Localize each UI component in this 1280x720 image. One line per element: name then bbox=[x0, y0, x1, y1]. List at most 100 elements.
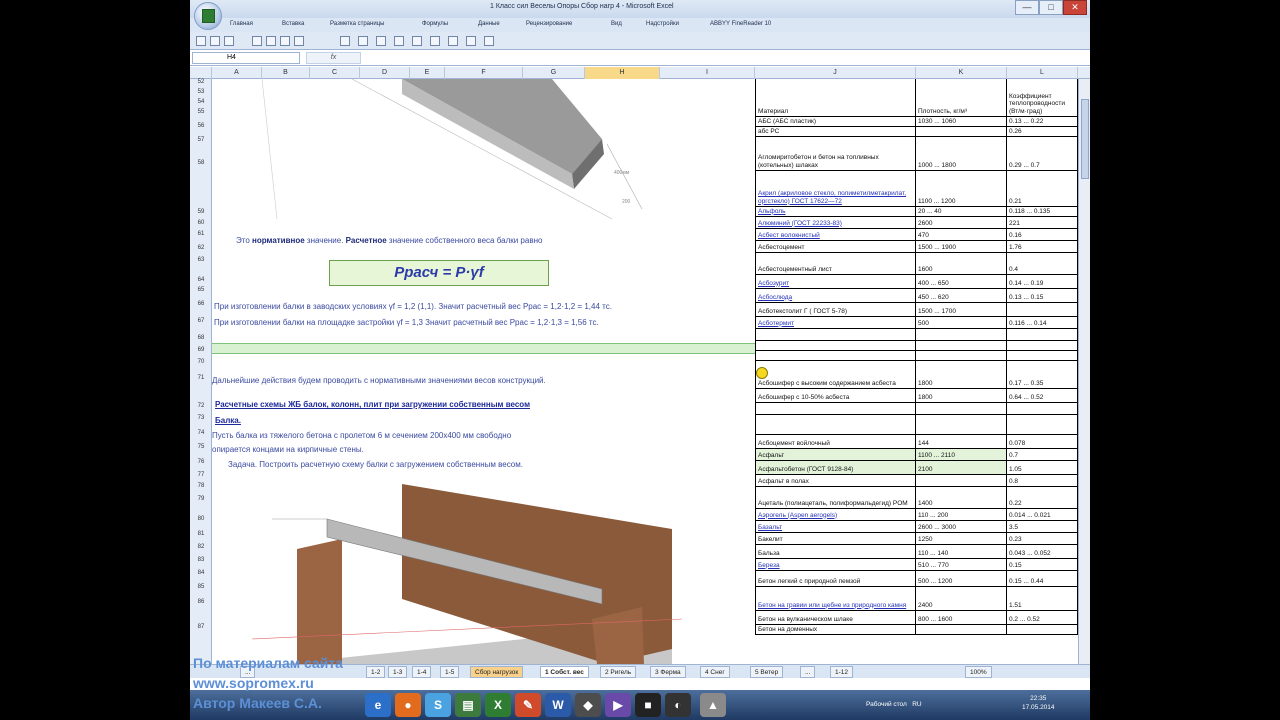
tab-view[interactable]: Вид bbox=[611, 21, 622, 27]
firefox-icon[interactable]: ● bbox=[395, 693, 421, 717]
row-header[interactable]: 58 bbox=[190, 160, 212, 166]
table-row[interactable]: абс PC 0.26 bbox=[755, 127, 1078, 137]
table-cell-name[interactable]: Акрил (акриловое стекло, полиметилметакр… bbox=[755, 171, 916, 206]
table-row[interactable]: АБС (АБС пластик) 1030 ... 1060 0.13 ... 0… bbox=[755, 117, 1078, 127]
column-header[interactable]: E bbox=[410, 67, 445, 79]
close-button[interactable]: ✕ bbox=[1063, 0, 1087, 15]
row-header[interactable]: 67 bbox=[190, 318, 212, 324]
sheet-tab[interactable]: 5 Ветер bbox=[750, 666, 784, 678]
table-row[interactable]: Альфоль 20 ... 40 0.118 ... 0.135 bbox=[755, 207, 1078, 217]
table-row[interactable]: Аэрогель (Aspen aerogels) 110 ... 200 0.01… bbox=[755, 509, 1078, 521]
tab-insert[interactable]: Вставка bbox=[282, 21, 304, 27]
clock[interactable]: 22:35 17.05.2014 bbox=[1022, 694, 1055, 712]
align-icon[interactable] bbox=[358, 36, 368, 46]
table-row[interactable]: Бакелит 1250 0.23 bbox=[755, 533, 1078, 545]
row-header[interactable]: 65 bbox=[190, 287, 212, 293]
table-cell-name[interactable]: Базальт bbox=[755, 521, 916, 532]
sheet-tab[interactable]: Сбор нагрузок bbox=[470, 666, 524, 678]
table-row[interactable]: Ацеталь (полиацеталь, полиформальдегид) … bbox=[755, 487, 1078, 509]
sheet-tab[interactable]: ... bbox=[800, 666, 816, 678]
row-header[interactable]: 68 bbox=[190, 335, 212, 341]
table-row[interactable]: Асбослюда 450 ... 620 0.13 ... 0.15 bbox=[755, 289, 1078, 303]
table-cell-name[interactable]: Асбест волокнистый bbox=[755, 229, 916, 240]
sheet-tab[interactable]: 2 Ригель bbox=[600, 666, 637, 678]
app-icon-4[interactable]: ◐ bbox=[665, 693, 691, 717]
column-header[interactable]: F bbox=[445, 67, 523, 79]
filter-icon[interactable] bbox=[484, 36, 494, 46]
word-icon[interactable]: W bbox=[545, 693, 571, 717]
table-row[interactable]: Бальза 110 ... 140 0.043 ... 0.052 bbox=[755, 545, 1078, 559]
section-heading-71[interactable]: Расчетные схемы ЖБ балок, колонн, плит п… bbox=[215, 400, 530, 409]
row-header[interactable]: 60 bbox=[190, 220, 212, 226]
tab-data[interactable]: Данные bbox=[478, 21, 500, 27]
save-icon[interactable] bbox=[196, 36, 206, 46]
table-row[interactable]: Асбестоцементный лист 1600 0.4 bbox=[755, 253, 1078, 275]
row-header[interactable]: 83 bbox=[190, 557, 212, 563]
row-header[interactable]: 59 bbox=[190, 209, 212, 215]
row-header[interactable]: 54 bbox=[190, 99, 212, 105]
sheet-tab[interactable]: 1-12 bbox=[830, 666, 854, 678]
row-header[interactable]: 80 bbox=[190, 516, 212, 522]
table-row[interactable] bbox=[755, 329, 1078, 341]
section-heading-72[interactable]: Балка. bbox=[215, 416, 241, 425]
fx-button[interactable]: fx bbox=[306, 52, 361, 64]
row-header[interactable]: 57 bbox=[190, 137, 212, 143]
tab-review[interactable]: Рецензирование bbox=[526, 21, 572, 27]
table-row[interactable] bbox=[755, 351, 1078, 361]
table-row[interactable] bbox=[755, 403, 1078, 415]
row-header[interactable]: 66 bbox=[190, 301, 212, 307]
column-header[interactable]: J bbox=[755, 67, 916, 79]
tab-home[interactable]: Главная bbox=[230, 21, 253, 27]
row-header[interactable]: 62 bbox=[190, 245, 212, 251]
row-header[interactable]: 56 bbox=[190, 123, 212, 129]
sort-icon[interactable] bbox=[466, 36, 476, 46]
column-header[interactable]: G bbox=[523, 67, 585, 79]
format-icon[interactable] bbox=[340, 36, 350, 46]
borders-icon[interactable] bbox=[252, 36, 262, 46]
table-row[interactable]: Акрил (акриловое стекло, полиметилметакр… bbox=[755, 171, 1078, 207]
table-row[interactable]: Асфальтобетон (ГОСТ 9128-84) 2100 1.05 bbox=[755, 461, 1078, 475]
vertical-scrollbar[interactable] bbox=[1078, 79, 1090, 664]
column-header[interactable]: C bbox=[310, 67, 360, 79]
minimize-button[interactable]: — bbox=[1015, 0, 1039, 15]
row-header[interactable]: 85 bbox=[190, 584, 212, 590]
sheet-tab[interactable]: 1-4 bbox=[412, 666, 432, 678]
excel-task-icon[interactable]: X bbox=[485, 693, 511, 717]
grid-icon[interactable] bbox=[280, 36, 290, 46]
row-header[interactable]: 63 bbox=[190, 257, 212, 263]
table-cell-name[interactable]: Бетон на гравии или щебне из природного … bbox=[755, 587, 916, 610]
sheet-tab[interactable]: 1-3 bbox=[388, 666, 408, 678]
table-row[interactable]: Бетон на гравии или щебне из природного … bbox=[755, 587, 1078, 611]
column-header-selected[interactable]: H bbox=[585, 67, 660, 79]
select-all-corner[interactable] bbox=[190, 67, 212, 79]
tab-addins[interactable]: Надстройки bbox=[646, 21, 679, 27]
sheet-tab[interactable]: 1 Собст. вес bbox=[540, 666, 589, 678]
tray-desktop-label[interactable]: Рабочий стол RU bbox=[866, 701, 922, 708]
sheet-tab[interactable]: 4 Снег bbox=[700, 666, 730, 678]
table-row[interactable]: Асбошифер с высоким содержанием асбеста 1… bbox=[755, 361, 1078, 389]
row-header[interactable]: 55 bbox=[190, 109, 212, 115]
table-cell-name[interactable]: Алюминий (ГОСТ 22233-83) bbox=[755, 217, 916, 228]
office-button[interactable] bbox=[194, 2, 222, 30]
scroll-thumb[interactable] bbox=[1081, 99, 1089, 179]
table-row[interactable] bbox=[755, 341, 1078, 351]
table-row[interactable]: Бетон на доменных bbox=[755, 625, 1078, 635]
row-header[interactable]: 61 bbox=[190, 231, 212, 237]
tab-formulas[interactable]: Формулы bbox=[422, 21, 448, 27]
row-header[interactable]: 82 bbox=[190, 544, 212, 550]
table-row[interactable]: Алюминий (ГОСТ 22233-83) 2600 221 bbox=[755, 217, 1078, 229]
row-header[interactable]: 76 bbox=[190, 459, 212, 465]
table-row[interactable]: Береза 510 ... 770 0.15 bbox=[755, 559, 1078, 571]
paint-icon[interactable]: ✎ bbox=[515, 693, 541, 717]
row-header[interactable]: 73 bbox=[190, 415, 212, 421]
row-header[interactable]: 81 bbox=[190, 531, 212, 537]
table-row[interactable]: Асбоцемент войлочный 144 0.078 bbox=[755, 435, 1078, 449]
name-box[interactable]: H4 bbox=[192, 52, 300, 64]
table-cell-name[interactable]: Асбослюда bbox=[755, 289, 916, 302]
app-icon-2[interactable]: ▶ bbox=[605, 693, 631, 717]
app-icon-3[interactable]: ■ bbox=[635, 693, 661, 717]
table-cell-name[interactable]: Асбозурит bbox=[755, 275, 916, 288]
row-header[interactable]: 70 bbox=[190, 359, 212, 365]
app-icon-5[interactable]: ▲ bbox=[700, 693, 726, 717]
table-row[interactable]: Агломиритобетон и бетон на топливных (ко… bbox=[755, 137, 1078, 171]
